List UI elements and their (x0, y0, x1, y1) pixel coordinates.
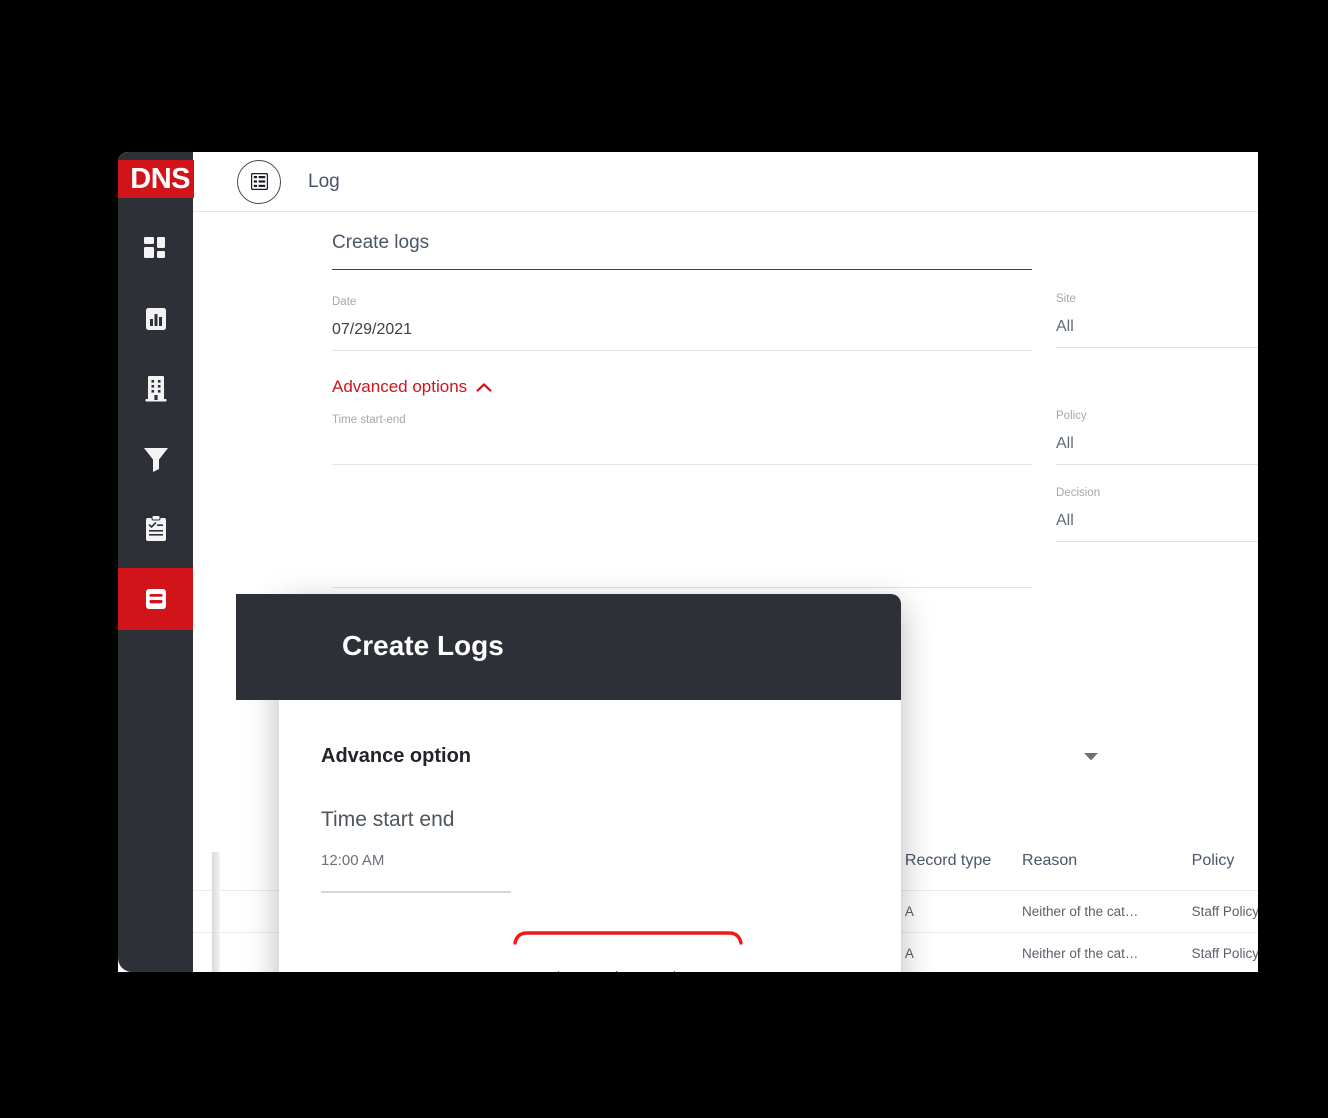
decision-field-value: All (1056, 512, 1074, 529)
time-picker-minute-column: 00 (587, 968, 645, 972)
bar-chart-icon (145, 308, 166, 330)
form-section-title: Create logs (332, 232, 1258, 271)
th-reason[interactable]: Reason (1022, 852, 1192, 891)
brand-logo: DNS (118, 160, 194, 198)
sidebar-item-reports[interactable] (118, 288, 193, 350)
cell-reason: Neither of the cat… (1022, 890, 1192, 933)
modal-subtitle: Advance option (321, 745, 472, 767)
clipboard-check-icon (145, 515, 166, 541)
modal-time-label: Time start end (321, 808, 455, 831)
modal-header: Create Logs (236, 594, 901, 700)
policy-field-label: Policy (1056, 410, 1087, 422)
time-picker: 12 00 (529, 968, 719, 972)
time-start-end-label: Time start-end (332, 414, 406, 426)
app-window: DNS Log Create logs Date 07/29/2021 Site… (118, 152, 1258, 972)
site-field-value: All (1056, 318, 1074, 335)
menu-toggle-button[interactable] (237, 159, 281, 204)
th-record-type[interactable]: Record type (905, 852, 1022, 891)
time-picker-hour-column: 12 (529, 968, 587, 972)
list-grid-icon (250, 173, 268, 190)
sidebar-item-filters[interactable] (118, 428, 193, 490)
sidebar-item-dashboard[interactable] (118, 218, 193, 280)
create-logs-modal: Create Logs Advance option Time start en… (236, 594, 901, 972)
sidebar-item-sites[interactable] (118, 358, 193, 420)
decision-field[interactable]: Decision All (1056, 486, 1258, 542)
hour-increment-button[interactable] (547, 968, 569, 972)
advanced-options-toggle[interactable]: Advanced options (332, 377, 492, 397)
modal-title: Create Logs (342, 630, 504, 661)
chevron-up-icon (476, 382, 492, 392)
chevron-down-icon (1084, 753, 1098, 761)
policy-field-underline (1056, 464, 1258, 465)
meridiem-increment-button[interactable] (663, 968, 685, 972)
brand-logo-text: DNS (130, 162, 190, 195)
site-field-underline (1056, 347, 1258, 348)
decision-field-underline (1056, 541, 1258, 542)
modal-body: Advance option Time start end 12:00 AM (279, 700, 901, 972)
form-dropdown-toggle[interactable] (1083, 749, 1101, 767)
date-field[interactable]: Date 07/29/2021 (332, 295, 1032, 351)
grid-dashboard-icon (143, 237, 165, 258)
building-icon (145, 376, 166, 402)
cell-policy: Staff Policy (1191, 890, 1258, 933)
advanced-options-label: Advanced options (332, 377, 468, 396)
page-title: Log (308, 170, 340, 192)
cell-policy: Staff Policy (1191, 932, 1258, 972)
sidebar-item-logs[interactable] (118, 568, 193, 630)
sidebar-nav: DNS (118, 152, 194, 972)
form-extra-underline (332, 587, 1032, 588)
date-field-value: 07/29/2021 (332, 321, 413, 338)
time-picker-meridiem-column: AM (645, 968, 703, 972)
modal-time-input-underline (321, 891, 511, 893)
policy-field[interactable]: Policy All (1056, 409, 1258, 465)
time-picker-highlight-line (513, 931, 743, 945)
policy-field-value: All (1056, 435, 1074, 452)
caret-up-icon (615, 971, 617, 972)
minute-increment-button[interactable] (605, 968, 627, 972)
time-field-underline (332, 464, 1032, 465)
app-header: Log (193, 152, 1258, 212)
site-field-label: Site (1056, 293, 1076, 305)
screenshot-stage: DNS Log Create logs Date 07/29/2021 Site… (0, 0, 1328, 1118)
modal-time-input[interactable]: 12:00 AM (321, 852, 384, 869)
caret-up-icon (557, 971, 559, 972)
cell-record-type: A (904, 932, 1023, 972)
form-section-title-text: Create logs (332, 232, 430, 253)
date-field-underline (332, 350, 1032, 351)
funnel-filter-icon (143, 448, 168, 472)
date-field-label: Date (332, 296, 357, 308)
decision-field-label: Decision (1056, 487, 1101, 499)
sidebar-item-policies[interactable] (118, 498, 193, 560)
table-vertical-scrollbar[interactable] (212, 852, 220, 972)
caret-up-icon (673, 971, 675, 972)
th-policy[interactable]: Policy (1192, 852, 1258, 891)
cell-reason: Neither of the cat… (1022, 932, 1192, 972)
site-field[interactable]: Site All (1056, 292, 1258, 348)
form-title-underline (332, 269, 1032, 271)
log-book-icon (145, 589, 166, 609)
cell-record-type: A (904, 890, 1023, 933)
